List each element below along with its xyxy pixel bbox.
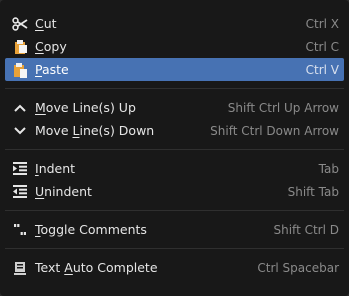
menu-item-move-lines-up[interactable]: Move Line(s) Up Shift Ctrl Up Arrow [5,96,344,119]
shortcut-text: Shift Ctrl Up Arrow [227,100,339,115]
menu-separator [5,210,344,211]
menu-item-label: Text Auto Complete [35,260,158,275]
menu-separator [5,88,344,89]
chevron-down-icon [11,123,29,139]
scissors-icon [11,16,29,32]
menu-item-label: Paste [35,62,69,77]
shortcut-text: Ctrl Spacebar [257,260,339,275]
menu-item-cut[interactable]: Cut Ctrl X [5,12,344,35]
menu-item-toggle-comments[interactable]: Toggle Comments Shift Ctrl D [5,218,344,241]
copy-icon [11,39,29,55]
chevron-up-icon [11,100,29,116]
menu-item-paste[interactable]: Paste Ctrl V [5,58,344,81]
unindent-icon [11,184,29,200]
menu-item-label: Toggle Comments [35,222,147,237]
menu-item-label: Cut [35,16,57,31]
shortcut-text: Ctrl X [305,16,339,31]
menu-separator [5,149,344,150]
shortcut-text: Shift Tab [287,184,339,199]
shortcut-text: Shift Ctrl D [273,222,340,237]
context-menu: Cut Ctrl X Copy Ctrl C Paste Ctrl V Move… [0,0,349,296]
comment-icon [11,222,29,238]
menu-item-label: Unindent [35,184,92,199]
indent-icon [11,161,29,177]
menu-item-text-auto-complete[interactable]: Text Auto Complete Ctrl Spacebar [5,256,344,279]
menu-item-copy[interactable]: Copy Ctrl C [5,35,344,58]
menu-item-label: Move Line(s) Up [35,100,136,115]
menu-item-move-lines-down[interactable]: Move Line(s) Down Shift Ctrl Down Arrow [5,119,344,142]
shortcut-text: Ctrl C [305,39,339,54]
shortcut-text: Shift Ctrl Down Arrow [210,123,339,138]
shortcut-text: Tab [318,161,339,176]
paste-icon [11,62,29,78]
menu-item-label: Indent [35,161,76,176]
menu-item-unindent[interactable]: Unindent Shift Tab [5,180,344,203]
autocomplete-icon [11,260,29,276]
menu-item-indent[interactable]: Indent Tab [5,157,344,180]
menu-item-label: Copy [35,39,67,54]
menu-item-label: Move Line(s) Down [35,123,155,138]
menu-separator [5,248,344,249]
shortcut-text: Ctrl V [305,62,339,77]
